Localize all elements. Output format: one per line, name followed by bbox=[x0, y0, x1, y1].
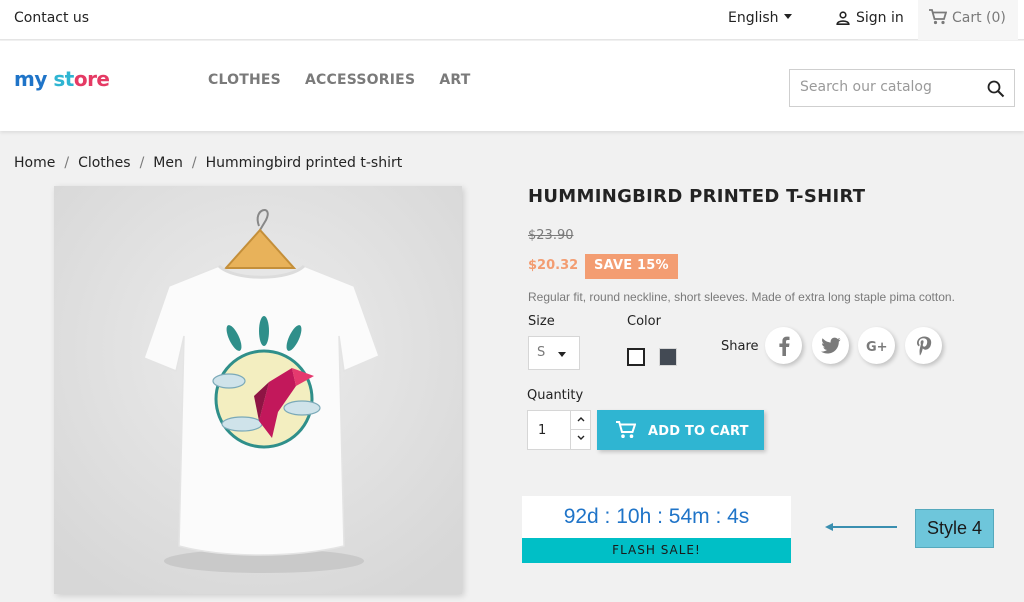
caret-down-icon bbox=[558, 352, 566, 357]
product-title: HUMMINGBIRD PRINTED T-SHIRT bbox=[528, 186, 866, 207]
pinterest-icon bbox=[916, 336, 931, 355]
svg-text:G+: G+ bbox=[866, 340, 888, 353]
breadcrumb-men[interactable]: Men bbox=[153, 155, 183, 171]
countdown-timer: 92d : 10h : 54m : 4s bbox=[563, 505, 750, 528]
size-value: S bbox=[537, 345, 546, 360]
tshirt-illustration bbox=[54, 186, 462, 594]
add-to-cart-button[interactable]: ADD TO CART bbox=[597, 410, 764, 450]
share-facebook-button[interactable] bbox=[765, 327, 802, 364]
color-label: Color bbox=[627, 314, 661, 329]
breadcrumb-current: Hummingbird printed t-shirt bbox=[205, 155, 403, 171]
logo-part-3: ore bbox=[73, 67, 110, 91]
arrow-left-icon bbox=[825, 523, 897, 531]
breadcrumb-clothes[interactable]: Clothes bbox=[78, 155, 131, 171]
caret-down-icon bbox=[783, 14, 792, 19]
quantity-decrease-button[interactable] bbox=[570, 430, 591, 449]
share-google-plus-button[interactable]: G+ bbox=[858, 327, 895, 364]
size-label: Size bbox=[528, 314, 555, 329]
cart-label: Cart (0) bbox=[952, 10, 1006, 26]
style-tag: Style 4 bbox=[915, 509, 994, 548]
flash-sale-countdown: 92d : 10h : 54m : 4s FLASH SALE! bbox=[522, 496, 791, 563]
add-to-cart-label: ADD TO CART bbox=[648, 424, 749, 439]
chevron-up-icon bbox=[577, 417, 585, 422]
breadcrumb-separator: / bbox=[139, 155, 145, 171]
share-twitter-button[interactable] bbox=[812, 327, 849, 364]
breadcrumb-home[interactable]: Home bbox=[14, 155, 55, 171]
sign-in-label: Sign in bbox=[856, 10, 904, 26]
quantity-increase-button[interactable] bbox=[570, 411, 591, 430]
top-bar: Contact us English Sign in Cart (0) bbox=[0, 0, 1024, 40]
search-icon[interactable] bbox=[987, 80, 1005, 98]
search-input[interactable] bbox=[800, 79, 980, 95]
nav-item-art[interactable]: ART bbox=[439, 72, 470, 88]
cart-icon bbox=[616, 421, 637, 438]
color-swatch-grey[interactable] bbox=[659, 348, 677, 366]
store-logo[interactable]: my store bbox=[14, 67, 110, 91]
quantity-input[interactable]: 1 bbox=[538, 423, 546, 438]
quantity-stepper: 1 bbox=[527, 410, 591, 450]
user-icon bbox=[836, 11, 850, 25]
discount-badge: SAVE 15% bbox=[585, 254, 678, 279]
contact-us-link[interactable]: Contact us bbox=[14, 10, 89, 26]
main-nav: CLOTHES ACCESSORIES ART bbox=[208, 72, 489, 88]
nav-item-clothes[interactable]: CLOTHES bbox=[208, 72, 281, 88]
current-price: $20.32 bbox=[528, 258, 579, 273]
flash-sale-banner: FLASH SALE! bbox=[522, 538, 791, 563]
size-select[interactable]: S bbox=[528, 336, 580, 370]
cart-icon bbox=[929, 9, 948, 25]
logo-part-1: my bbox=[14, 67, 47, 91]
google-plus-icon: G+ bbox=[866, 340, 888, 353]
share-label: Share bbox=[721, 339, 759, 354]
regular-price: $23.90 bbox=[528, 228, 574, 243]
breadcrumb-separator: / bbox=[191, 155, 197, 171]
twitter-icon bbox=[820, 337, 840, 353]
breadcrumb: Home / Clothes / Men / Hummingbird printed t-s… bbox=[14, 155, 402, 171]
header: my store CLOTHES ACCESSORIES ART bbox=[0, 41, 1024, 131]
facebook-icon bbox=[778, 336, 789, 356]
chevron-down-icon bbox=[577, 435, 585, 440]
color-swatch-white[interactable] bbox=[627, 348, 645, 366]
share-pinterest-button[interactable] bbox=[905, 327, 942, 364]
breadcrumb-separator: / bbox=[64, 155, 70, 171]
quantity-label: Quantity bbox=[527, 388, 584, 403]
language-label: English bbox=[728, 10, 779, 26]
sign-in-link[interactable]: Sign in bbox=[836, 10, 904, 26]
logo-part-2: st bbox=[53, 67, 74, 91]
product-description: Regular fit, round neckline, short sleev… bbox=[528, 290, 955, 304]
language-selector[interactable]: English bbox=[728, 10, 792, 26]
cart-button[interactable]: Cart (0) bbox=[918, 0, 1018, 40]
nav-item-accessories[interactable]: ACCESSORIES bbox=[305, 72, 415, 88]
product-image[interactable] bbox=[54, 186, 462, 594]
search-box bbox=[789, 69, 1015, 107]
